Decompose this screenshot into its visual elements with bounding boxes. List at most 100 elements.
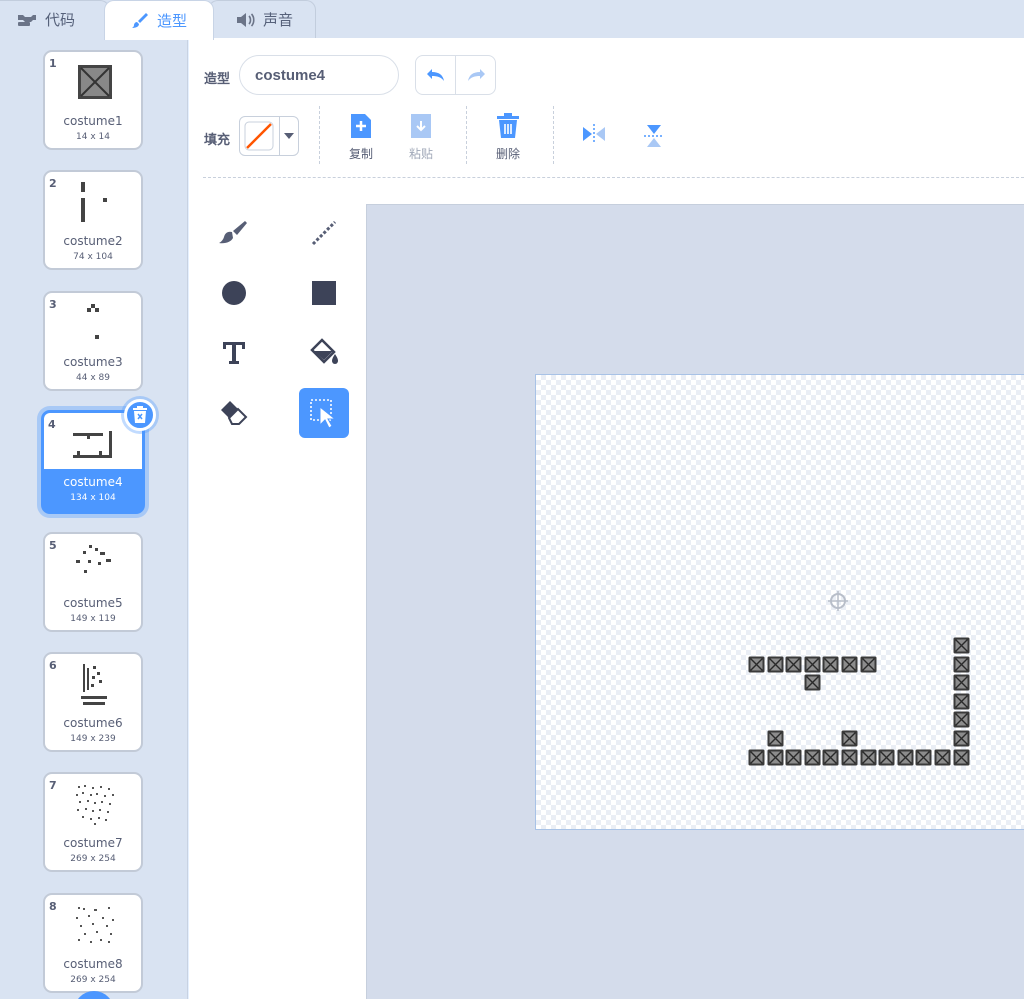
costume-number: 1 [49,57,57,70]
sprite-block [897,749,914,766]
redo-button[interactable] [455,56,495,94]
tab-sounds-label: 声音 [263,11,294,29]
costume-thumbnail [78,65,112,99]
speaker-icon [237,12,255,27]
costume-number: 4 [48,418,56,431]
costume-name: costume7 [63,836,123,850]
costume-name: costume8 [63,957,123,971]
delete-label: 删除 [495,147,520,161]
costume-name-input[interactable] [239,55,399,95]
costume-item-4[interactable]: 4 costume4 134 x 104 [41,399,156,514]
sprite-block [841,656,858,673]
rectangle-tool[interactable] [299,268,349,318]
costume-name: costume4 [63,475,123,489]
costume-item-7[interactable]: 7 costume7 269 x 254 [43,772,143,872]
costume-size: 149 x 239 [70,734,116,744]
select-tool[interactable] [299,388,349,438]
fill-color-picker[interactable] [239,116,299,156]
undo-button[interactable] [416,56,455,94]
sprite-block [804,656,821,673]
sprite-block [785,656,802,673]
text-tool[interactable] [209,328,259,378]
undo-redo-group [415,55,496,95]
costume-item-5[interactable]: 5 costume5 149 x 119 [43,532,143,632]
costume-thumbnail [76,785,114,825]
sprite-block [953,730,970,747]
costume-item-8[interactable]: 8 costume8 269 x 254 [43,893,143,993]
delete-costume-button[interactable] [124,399,156,431]
costume-thumbnail [81,182,107,222]
sprite-block [785,749,802,766]
costume-name: costume5 [63,596,123,610]
line-tool[interactable] [299,208,349,258]
no-fill-swatch-icon [244,121,274,151]
fill-dropdown[interactable] [278,117,298,155]
sprite-block [915,749,932,766]
costume-item-1[interactable]: 1 costume1 14 x 14 [43,50,143,150]
costume-thumbnail [81,664,107,705]
circle-tool[interactable] [209,268,259,318]
costume-size: 74 x 104 [73,252,113,262]
costume-thumbnail [76,545,111,573]
brush-icon [219,221,247,244]
costume-name: costume2 [63,234,123,248]
brush-tool[interactable] [209,208,259,258]
costume-size: 269 x 254 [70,854,116,864]
line-icon [311,220,337,246]
undo-icon [426,69,444,81]
tab-costumes[interactable]: 造型 [104,0,214,40]
canvas-area [366,204,1024,999]
costume-name: costume1 [63,114,123,128]
toolbar-divider [466,106,467,164]
costume-number: 7 [49,779,57,792]
sprite-block [934,749,951,766]
eraser-tool[interactable] [209,388,259,438]
tab-code-label: 代码 [45,11,76,29]
drawing-canvas[interactable] [535,374,1024,830]
fill-swatch [240,117,279,155]
tab-code[interactable]: 代码 [0,0,110,38]
fill-tool[interactable] [299,328,349,378]
copy-label: 复制 [348,147,373,161]
copy-icon [351,114,371,138]
costume-size: 44 x 89 [76,373,110,383]
costume-item-2[interactable]: 2 costume2 74 x 104 [43,170,143,270]
sprite-block [767,749,784,766]
costume-size: 149 x 119 [70,614,116,624]
costume-name: costume3 [63,355,123,369]
costume-number: 8 [49,900,57,913]
select-cursor-icon [310,399,337,429]
tab-sounds[interactable]: 声音 [208,0,316,38]
costume-number: 6 [49,659,57,672]
editor-tab-bar: 代码 造型 声音 [0,0,1024,40]
sprite-block [953,749,970,766]
costume-thumbnail [87,304,99,339]
rotation-center-icon [828,591,848,611]
sprite-block [767,730,784,747]
paint-editor: 造型 填充 复制 粘贴 删除 [189,38,1024,999]
costume-item-3[interactable]: 3 costume3 44 x 89 [43,291,143,391]
sprite-block [860,656,877,673]
delete-button[interactable]: 删除 [483,113,533,162]
flip-vertical-button[interactable] [629,123,679,153]
sprite-block [953,674,970,691]
sprite-block [767,656,784,673]
paste-label: 粘贴 [408,147,433,161]
trash-icon [497,113,519,138]
copy-button[interactable]: 复制 [336,113,386,162]
toolbar-separator [203,177,1024,178]
flip-horizontal-icon [583,124,605,144]
circle-icon [222,281,246,305]
costume-name: costume6 [63,716,123,730]
sprite-block [748,656,765,673]
paste-button[interactable]: 粘贴 [396,113,446,162]
sprite-block [841,730,858,747]
tab-costumes-label: 造型 [157,12,188,30]
flip-horizontal-button[interactable] [569,123,619,149]
paste-icon [411,114,431,138]
costume-item-6[interactable]: 6 costume6 149 x 239 [43,652,143,752]
costume-size: 269 x 254 [70,975,116,985]
toolbar-divider [319,106,320,164]
paintbrush-icon [132,12,148,28]
sprite-block [953,637,970,654]
